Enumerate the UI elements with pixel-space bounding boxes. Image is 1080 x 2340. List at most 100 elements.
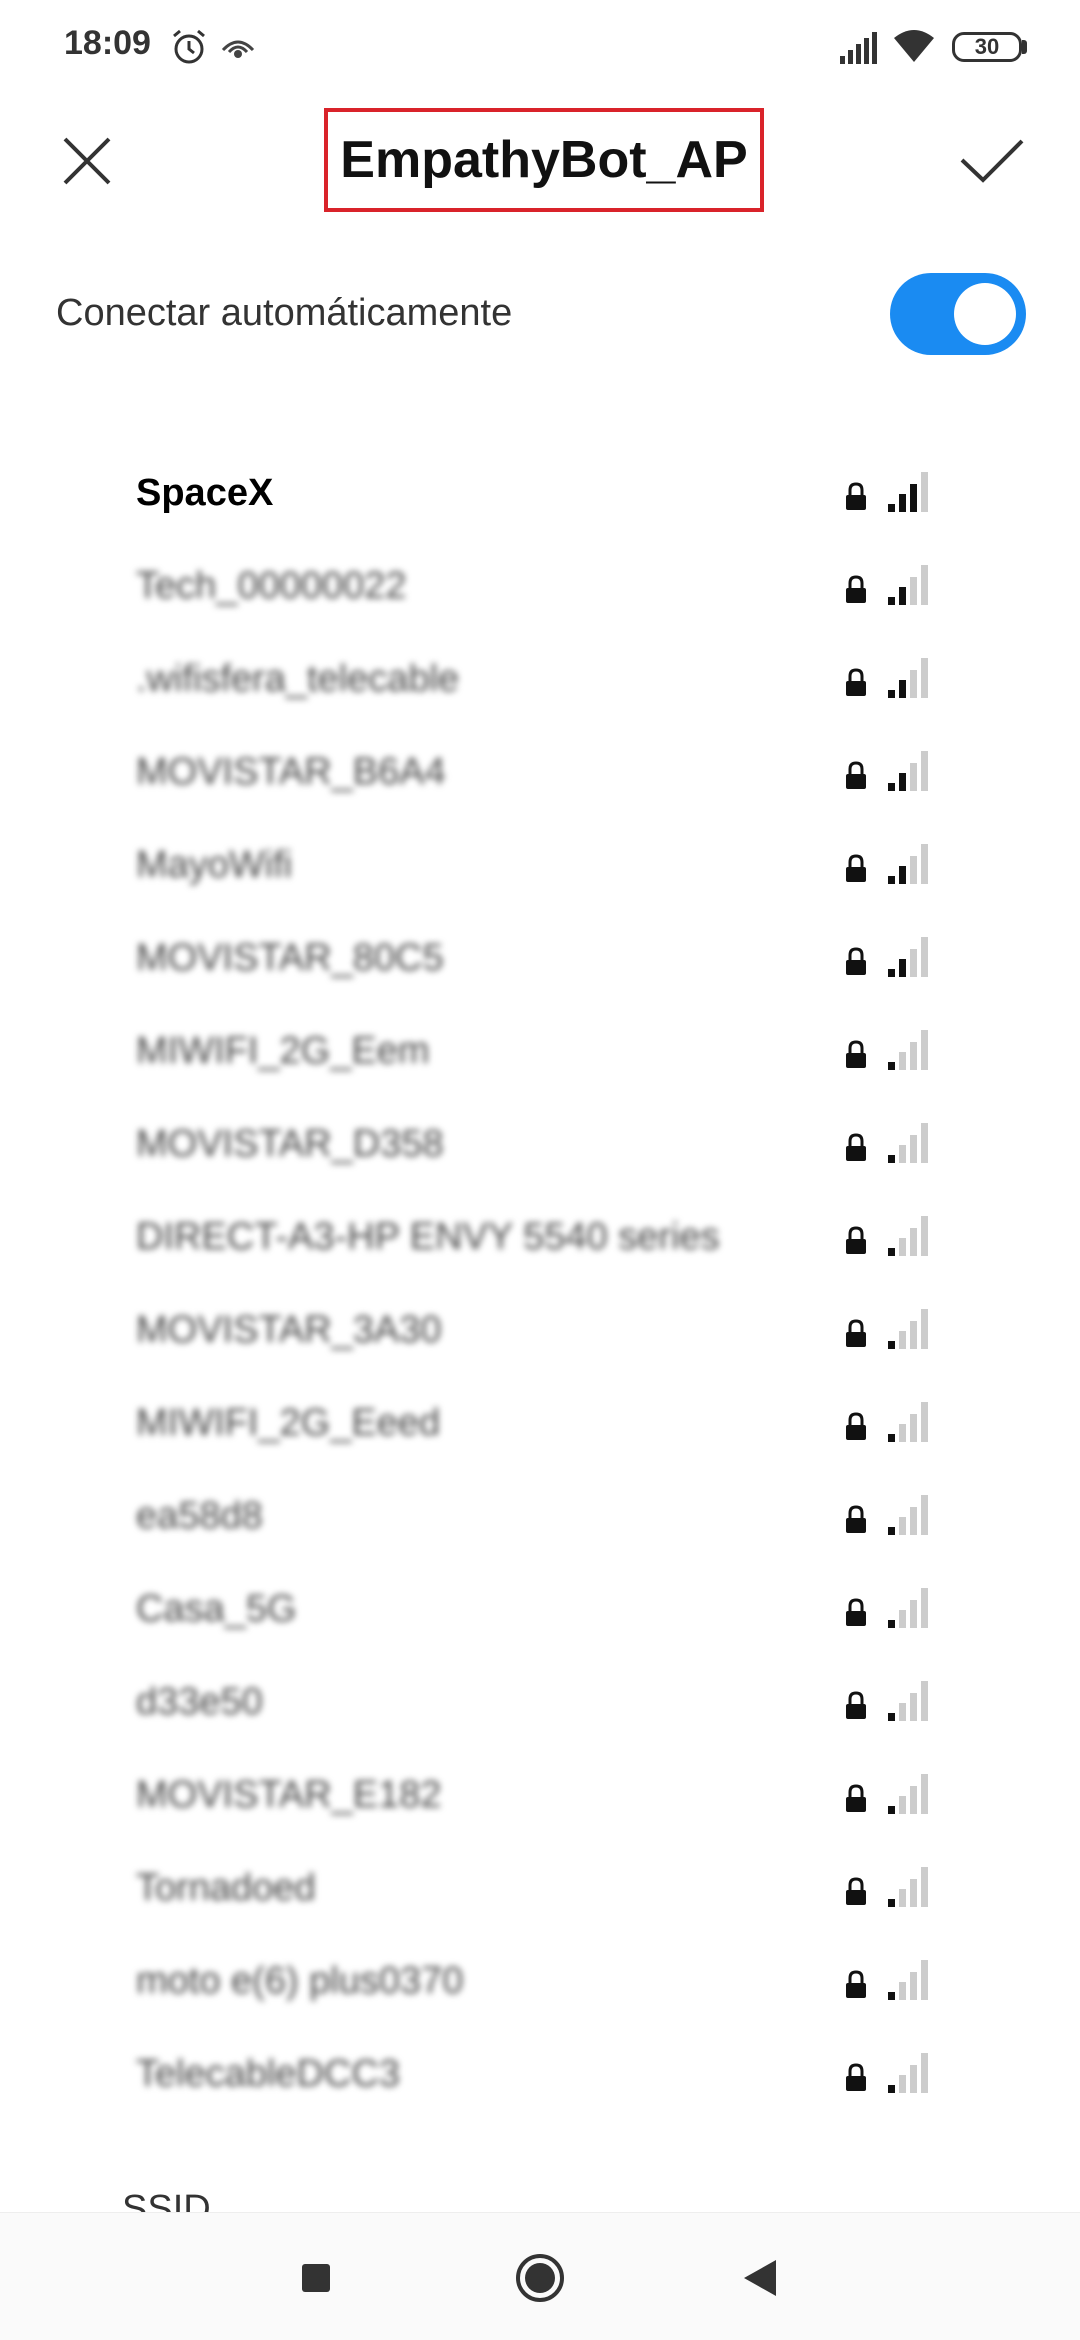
title-highlight-box: EmpathyBot_AP <box>324 108 764 212</box>
wifi-signal-icon <box>888 658 928 698</box>
network-name: d33e50 <box>136 1681 263 1723</box>
wifi-signal-icon <box>888 1867 928 1907</box>
network-item[interactable]: Tech_00000022 <box>0 543 1080 636</box>
network-name: Tech_00000022 <box>136 565 407 607</box>
back-button[interactable] <box>725 2243 795 2313</box>
wifi-signal-icon <box>888 1123 928 1163</box>
network-item[interactable]: SpaceX <box>0 450 1080 543</box>
lock-icon <box>846 1691 866 1719</box>
network-item[interactable]: MOVISTAR_E182 <box>0 1752 1080 1845</box>
wifi-signal-icon <box>888 1495 928 1535</box>
network-item[interactable]: TelecableDCC3 <box>0 2031 1080 2124</box>
close-button[interactable] <box>50 124 124 198</box>
network-name: DIRECT-A3-HP ENVY 5540 series <box>136 1216 720 1258</box>
status-time: 18:09 <box>64 24 151 62</box>
network-name: moto e(6) plus0370 <box>136 1960 464 2002</box>
lock-icon <box>846 2063 866 2091</box>
navigation-bar <box>0 2212 1080 2340</box>
lock-icon <box>846 1226 866 1254</box>
status-bar: 18:09 30 <box>0 0 1080 96</box>
lock-icon <box>846 1505 866 1533</box>
confirm-button[interactable] <box>952 124 1032 198</box>
network-name: Casa_5G <box>136 1588 297 1630</box>
check-icon <box>960 139 1024 183</box>
network-name: MOVISTAR_B6A4 <box>136 751 446 793</box>
network-name: MOVISTAR_80C5 <box>136 937 444 979</box>
network-item[interactable]: ea58d8 <box>0 1473 1080 1566</box>
lock-icon <box>846 854 866 882</box>
lock-icon <box>846 1784 866 1812</box>
network-item[interactable]: MayoWifi <box>0 822 1080 915</box>
network-item[interactable]: MOVISTAR_D358 <box>0 1101 1080 1194</box>
network-item[interactable]: Tornadoed <box>0 1845 1080 1938</box>
network-name: MayoWifi <box>136 844 293 886</box>
wifi-signal-icon <box>888 1402 928 1442</box>
wifi-signal-icon <box>888 565 928 605</box>
square-icon <box>302 2264 330 2292</box>
network-name: ea58d8 <box>136 1495 263 1537</box>
lock-icon <box>846 1877 866 1905</box>
wifi-signal-icon <box>888 1681 928 1721</box>
network-item[interactable]: d33e50 <box>0 1659 1080 1752</box>
wifi-signal-icon <box>888 1309 928 1349</box>
wifi-signal-icon <box>888 937 928 977</box>
wifi-network-picker-screen: 18:09 30 EmpathyBot_AP Conectar automáti… <box>0 0 1080 2340</box>
wifi-signal-icon <box>888 1960 928 2000</box>
network-name: MOVISTAR_D358 <box>136 1123 444 1165</box>
network-list: SpaceX Tech_00000022 .wifisfera_telecable M… <box>0 450 1080 2124</box>
network-name: TelecableDCC3 <box>136 2053 401 2095</box>
wifi-signal-icon <box>888 1030 928 1070</box>
page-title: EmpathyBot_AP <box>340 131 748 189</box>
lock-icon <box>846 1319 866 1347</box>
network-item[interactable]: DIRECT-A3-HP ENVY 5540 series <box>0 1194 1080 1287</box>
lock-icon <box>846 482 866 510</box>
lock-icon <box>846 1970 866 1998</box>
wifi-signal-icon <box>888 2053 928 2093</box>
battery-tip <box>1022 40 1027 54</box>
network-item[interactable]: moto e(6) plus0370 <box>0 1938 1080 2031</box>
auto-connect-toggle[interactable] <box>890 273 1026 355</box>
network-item[interactable]: MIWIFI_2G_Eem <box>0 1008 1080 1101</box>
eye-icon <box>221 40 255 58</box>
wifi-signal-icon <box>888 1216 928 1256</box>
lock-icon <box>846 1133 866 1161</box>
auto-connect-row[interactable]: Conectar automáticamente <box>0 256 1080 376</box>
auto-connect-label: Conectar automáticamente <box>56 292 513 334</box>
battery-indicator: 30 <box>952 32 1022 62</box>
alarm-icon <box>173 29 205 64</box>
network-item[interactable]: MIWIFI_2G_Eeed <box>0 1380 1080 1473</box>
wifi-signal-icon <box>888 751 928 791</box>
wifi-signal-icon <box>888 1588 928 1628</box>
header: EmpathyBot_AP <box>0 96 1080 226</box>
network-name: MOVISTAR_E182 <box>136 1774 442 1816</box>
network-item[interactable]: MOVISTAR_B6A4 <box>0 729 1080 822</box>
lock-icon <box>846 1040 866 1068</box>
cell-signal-icon <box>840 32 877 64</box>
network-item[interactable]: .wifisfera_telecable <box>0 636 1080 729</box>
network-item[interactable]: Casa_5G <box>0 1566 1080 1659</box>
triangle-back-icon <box>744 2260 776 2296</box>
home-button[interactable] <box>505 2243 575 2313</box>
wifi-signal-icon <box>888 472 928 512</box>
network-name: Tornadoed <box>136 1867 316 1909</box>
network-name: SpaceX <box>136 472 274 514</box>
circle-icon <box>516 2254 564 2302</box>
network-name: MIWIFI_2G_Eeed <box>136 1402 441 1444</box>
lock-icon <box>846 947 866 975</box>
lock-icon <box>846 668 866 696</box>
network-name: .wifisfera_telecable <box>136 658 460 700</box>
wifi-icon <box>894 30 934 62</box>
wifi-signal-icon <box>888 1774 928 1814</box>
lock-icon <box>846 761 866 789</box>
network-name: MOVISTAR_3A30 <box>136 1309 442 1351</box>
toggle-knob <box>954 283 1016 345</box>
network-item[interactable]: MOVISTAR_3A30 <box>0 1287 1080 1380</box>
recent-apps-button[interactable] <box>281 2243 351 2313</box>
close-icon <box>63 137 111 185</box>
lock-icon <box>846 1412 866 1440</box>
lock-icon <box>846 1598 866 1626</box>
wifi-signal-icon <box>888 844 928 884</box>
lock-icon <box>846 575 866 603</box>
network-name: MIWIFI_2G_Eem <box>136 1030 430 1072</box>
network-item[interactable]: MOVISTAR_80C5 <box>0 915 1080 1008</box>
